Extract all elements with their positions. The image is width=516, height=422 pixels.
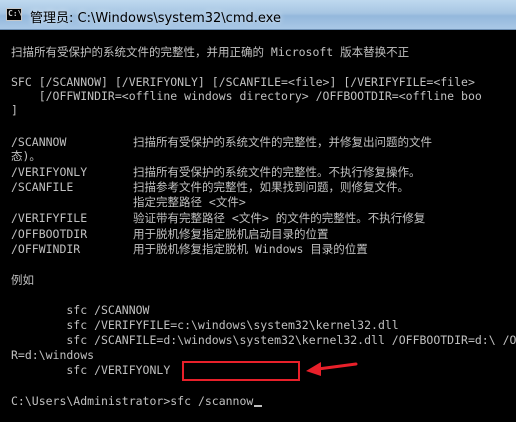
option-name-verifyonly: /VERIFYONLY	[11, 165, 88, 179]
annotation-arrow-icon	[306, 362, 358, 376]
example-line: sfc /SCANFILE=d:\windows\system32\kernel…	[11, 333, 516, 347]
example-line: sfc /VERIFYONLY	[11, 363, 171, 377]
option-name-offwindir: /OFFWINDIR	[11, 242, 81, 256]
intro-text: 扫描所有受保护的系统文件的完整性，并用正确的 Microsoft 版本替换不正	[11, 45, 410, 59]
option-name-scanfile: /SCANFILE	[11, 180, 74, 194]
window-title: 管理员: C:\Windows\system32\cmd.exe	[30, 11, 281, 26]
cmd-window: C:\ 管理员: C:\Windows\system32\cmd.exe 扫描所…	[0, 0, 516, 422]
prompt-path: C:\Users\Administrator>	[11, 394, 171, 408]
syntax-line: SFC [/SCANNOW] [/VERIFYONLY] [/SCANFILE=…	[11, 75, 475, 89]
option-name-offbootdir: /OFFBOOTDIR	[11, 227, 88, 241]
text-cursor	[254, 405, 263, 407]
option-name-scannow: /SCANNOW	[11, 135, 67, 149]
title-bar[interactable]: C:\ 管理员: C:\Windows\system32\cmd.exe	[0, 0, 516, 30]
option-desc-offwindir: 用于脱机修复指定脱机 Windows 目录的位置	[133, 242, 368, 256]
option-desc-wrap: 态)。	[11, 149, 41, 163]
example-heading: 例如	[11, 273, 34, 287]
option-desc-scanfile-cont: 指定完整路径 <文件>	[133, 195, 246, 209]
command-prompt-line[interactable]: C:\Users\Administrator>sfc /scannow	[11, 394, 263, 408]
command-highlight-box	[182, 361, 300, 381]
example-line: sfc /SCANNOW	[11, 303, 150, 317]
option-desc-offbootdir: 用于脱机修复指定脱机启动目录的位置	[133, 227, 329, 241]
option-desc-verifyfile: 验证带有完整路径 <文件> 的文件的完整性。不执行修复	[133, 211, 426, 225]
syntax-line: [/OFFWINDIR=<offline windows directory> …	[11, 89, 482, 103]
typed-command[interactable]: sfc /scannow	[170, 394, 253, 408]
option-name-verifyfile: /VERIFYFILE	[11, 211, 88, 225]
option-desc-scannow: 扫描所有受保护的系统文件的完整性，并修复出问题的文件	[133, 135, 432, 149]
example-line: R=d:\windows	[11, 348, 95, 362]
cmd-app-icon[interactable]: C:\	[6, 8, 22, 21]
syntax-line: ]	[11, 103, 18, 117]
option-desc-verifyonly: 扫描所有受保护的系统文件的完整性。不执行修复操作。	[133, 165, 421, 179]
option-desc-scanfile: 扫描参考文件的完整性，如果找到问题，则修复文件。	[133, 180, 409, 194]
example-line: sfc /VERIFYFILE=c:\windows\system32\kern…	[11, 318, 399, 332]
